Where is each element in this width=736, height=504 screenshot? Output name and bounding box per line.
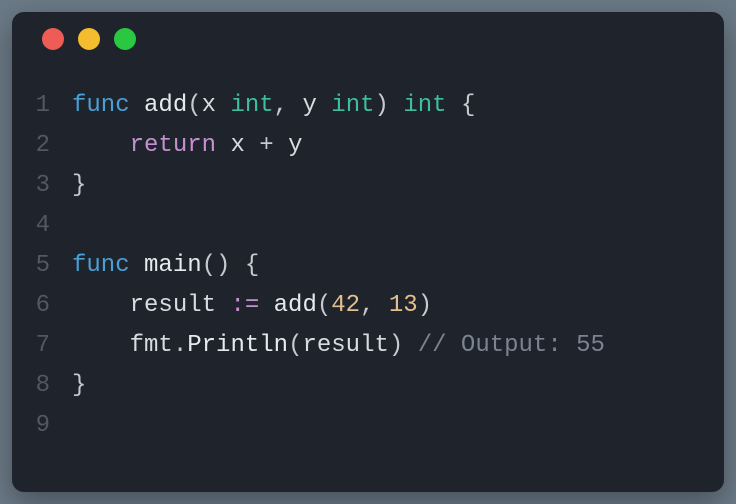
token-punc: } bbox=[72, 372, 86, 399]
token-punc: { bbox=[461, 92, 475, 119]
token-punc: } bbox=[72, 172, 86, 199]
token-punc bbox=[230, 252, 244, 279]
line-number: 3 bbox=[12, 166, 72, 206]
line-content: } bbox=[72, 166, 724, 206]
token-punc: ) bbox=[375, 92, 389, 119]
code-line: 5func main() { bbox=[12, 246, 724, 286]
token-num: 13 bbox=[389, 292, 418, 319]
token-def: := bbox=[230, 292, 259, 319]
code-line: 3} bbox=[12, 166, 724, 206]
token-comment: // Output: 55 bbox=[418, 332, 605, 359]
token-punc bbox=[288, 92, 302, 119]
token-punc: + bbox=[259, 132, 273, 159]
code-line: 6 result := add(42, 13) bbox=[12, 286, 724, 326]
zoom-icon[interactable] bbox=[114, 28, 136, 50]
token-punc: ) bbox=[418, 292, 432, 319]
token-punc bbox=[130, 92, 144, 119]
token-punc bbox=[72, 292, 130, 319]
token-punc bbox=[216, 292, 230, 319]
token-punc bbox=[72, 332, 130, 359]
minimize-icon[interactable] bbox=[78, 28, 100, 50]
token-type: int bbox=[403, 92, 446, 119]
token-punc bbox=[274, 132, 288, 159]
window-titlebar bbox=[12, 12, 724, 66]
token-fn: add bbox=[144, 92, 187, 119]
token-punc bbox=[72, 132, 130, 159]
token-punc: ( bbox=[187, 92, 201, 119]
code-line: 7 fmt.Println(result) // Output: 55 bbox=[12, 326, 724, 366]
token-punc bbox=[403, 332, 417, 359]
token-punc bbox=[389, 92, 403, 119]
token-punc bbox=[245, 132, 259, 159]
token-kw: func bbox=[72, 252, 130, 279]
close-icon[interactable] bbox=[42, 28, 64, 50]
token-punc bbox=[375, 292, 389, 319]
token-punc: ) bbox=[216, 252, 230, 279]
token-punc: . bbox=[173, 332, 187, 359]
token-punc: ( bbox=[288, 332, 302, 359]
token-id: fmt bbox=[130, 332, 173, 359]
line-content: } bbox=[72, 366, 724, 406]
token-fn: add bbox=[274, 292, 317, 319]
token-punc: , bbox=[274, 92, 288, 119]
line-number: 9 bbox=[12, 406, 72, 446]
code-line: 1func add(x int, y int) int { bbox=[12, 86, 724, 126]
line-number: 5 bbox=[12, 246, 72, 286]
token-fn: main bbox=[144, 252, 202, 279]
line-content: return x + y bbox=[72, 126, 724, 166]
token-id: y bbox=[302, 92, 316, 119]
token-punc bbox=[216, 92, 230, 119]
line-content: result := add(42, 13) bbox=[72, 286, 724, 326]
token-punc: ( bbox=[317, 292, 331, 319]
line-number: 7 bbox=[12, 326, 72, 366]
line-number: 4 bbox=[12, 206, 72, 246]
line-number: 1 bbox=[12, 86, 72, 126]
token-type: int bbox=[331, 92, 374, 119]
token-id: result bbox=[302, 332, 388, 359]
token-fn: Println bbox=[187, 332, 288, 359]
line-content: func main() { bbox=[72, 246, 724, 286]
token-punc bbox=[216, 132, 230, 159]
line-content bbox=[72, 206, 724, 246]
token-op: return bbox=[130, 132, 216, 159]
code-area[interactable]: 1func add(x int, y int) int {2 return x … bbox=[12, 66, 724, 446]
code-line: 2 return x + y bbox=[12, 126, 724, 166]
token-punc bbox=[317, 92, 331, 119]
token-type: int bbox=[230, 92, 273, 119]
token-punc bbox=[447, 92, 461, 119]
code-line: 4 bbox=[12, 206, 724, 246]
line-content: func add(x int, y int) int { bbox=[72, 86, 724, 126]
token-punc bbox=[259, 292, 273, 319]
line-number: 2 bbox=[12, 126, 72, 166]
line-number: 6 bbox=[12, 286, 72, 326]
token-id: x bbox=[230, 132, 244, 159]
token-punc: { bbox=[245, 252, 259, 279]
token-id: result bbox=[130, 292, 216, 319]
line-number: 8 bbox=[12, 366, 72, 406]
token-id: x bbox=[202, 92, 216, 119]
line-content bbox=[72, 406, 724, 446]
token-punc: ) bbox=[389, 332, 403, 359]
code-line: 8} bbox=[12, 366, 724, 406]
line-content: fmt.Println(result) // Output: 55 bbox=[72, 326, 724, 366]
token-punc: , bbox=[360, 292, 374, 319]
token-id: y bbox=[288, 132, 302, 159]
token-kw: func bbox=[72, 92, 130, 119]
code-line: 9 bbox=[12, 406, 724, 446]
code-editor-window: 1func add(x int, y int) int {2 return x … bbox=[12, 12, 724, 492]
token-num: 42 bbox=[331, 292, 360, 319]
token-punc bbox=[130, 252, 144, 279]
token-punc: ( bbox=[202, 252, 216, 279]
